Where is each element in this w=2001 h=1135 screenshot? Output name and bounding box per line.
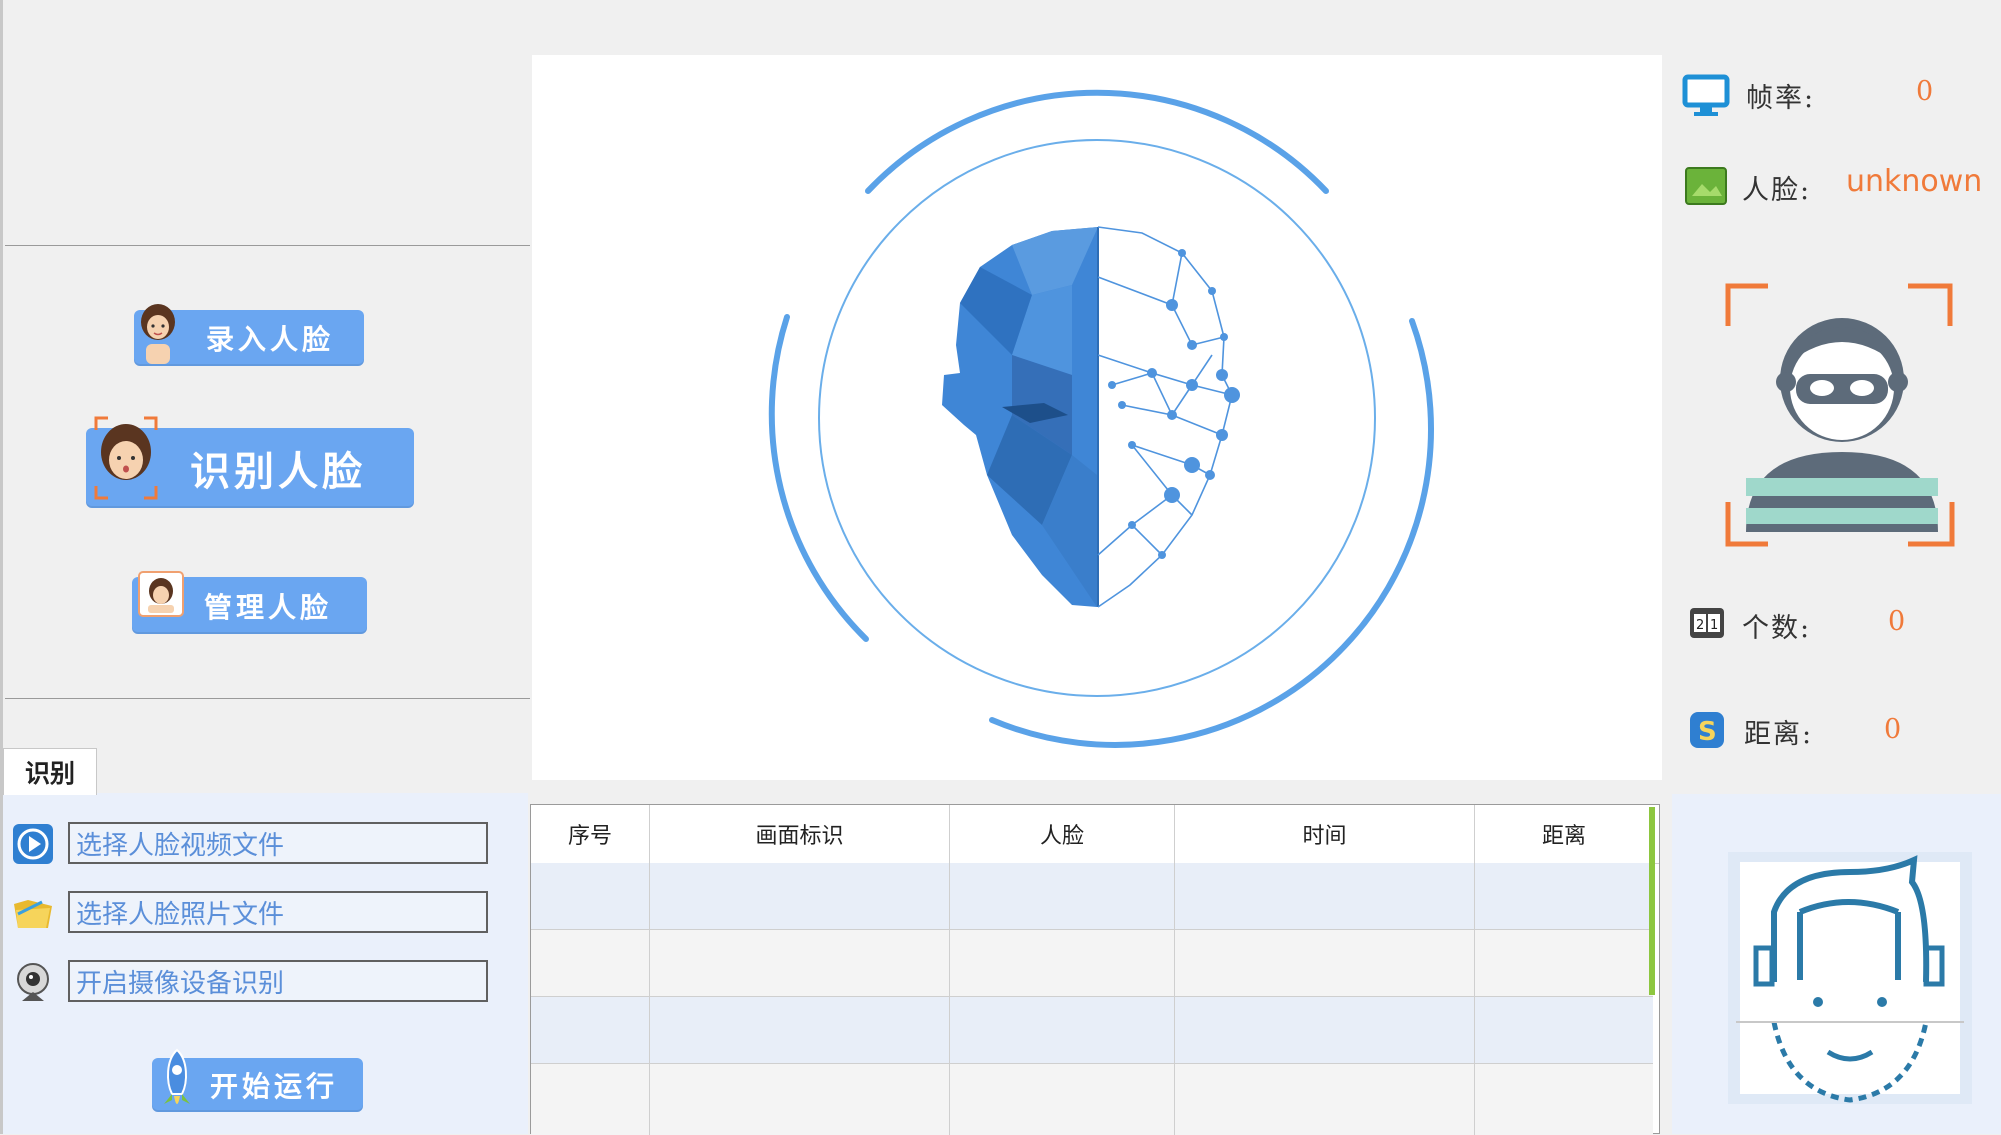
fps-value: 0 bbox=[1916, 76, 1934, 107]
recognize-face-label: 识别人脸 bbox=[190, 449, 366, 495]
distance-icon: S bbox=[1690, 712, 1724, 748]
col-frame-id[interactable]: 画面标识 bbox=[650, 805, 949, 863]
open-camera-field[interactable]: 开启摄像设备识别 bbox=[68, 960, 488, 1002]
col-face[interactable]: 人脸 bbox=[950, 805, 1174, 863]
video-display-area bbox=[532, 55, 1662, 780]
open-camera-label: 开启摄像设备识别 bbox=[76, 968, 285, 999]
start-run-button[interactable]: 开始运行 bbox=[152, 1048, 363, 1112]
select-video-file-field[interactable]: 选择人脸视频文件 bbox=[68, 822, 488, 864]
table-row[interactable] bbox=[531, 997, 1653, 1064]
tab-recognize-label: 识别 bbox=[24, 759, 75, 788]
face-image-icon bbox=[1685, 167, 1727, 205]
table-row[interactable] bbox=[531, 930, 1653, 997]
table-scrollbar[interactable] bbox=[1649, 807, 1655, 995]
captured-face-preview bbox=[1728, 852, 1972, 1104]
face-value: unknown bbox=[1846, 164, 1983, 199]
manage-face-label: 管理人脸 bbox=[204, 590, 333, 624]
enroll-face-label: 录入人脸 bbox=[206, 323, 335, 356]
table-row[interactable] bbox=[531, 863, 1653, 930]
recognize-face-button[interactable]: 识别人脸 bbox=[86, 416, 414, 508]
distance-value: 0 bbox=[1884, 714, 1902, 745]
col-index[interactable]: 序号 bbox=[531, 805, 649, 863]
column-divider bbox=[649, 805, 650, 1135]
svg-text:2: 2 bbox=[1696, 618, 1704, 633]
manage-face-button[interactable]: 管理人脸 bbox=[132, 571, 367, 634]
column-divider bbox=[949, 805, 950, 1135]
monitor-icon bbox=[1682, 74, 1730, 116]
column-divider bbox=[1174, 805, 1175, 1135]
col-time[interactable]: 时间 bbox=[1175, 805, 1474, 863]
face-recognition-illustration bbox=[768, 89, 1434, 748]
table-header: 序号 画面标识 人脸 时间 距离 bbox=[531, 805, 1659, 864]
select-video-file-label: 选择人脸视频文件 bbox=[76, 830, 285, 861]
results-table[interactable]: 序号 画面标识 人脸 时间 距离 bbox=[530, 804, 1660, 1135]
select-photo-file-label: 选择人脸照片文件 bbox=[76, 899, 285, 930]
face-right-half bbox=[1097, 226, 1233, 608]
face-left-half bbox=[942, 227, 1099, 607]
webcam-icon bbox=[17, 963, 49, 1001]
col-distance[interactable]: 距离 bbox=[1475, 805, 1653, 863]
counter-icon: 2 1 bbox=[1690, 608, 1724, 638]
enroll-face-button[interactable]: 录入人脸 bbox=[134, 304, 364, 366]
face-card-icon bbox=[138, 571, 184, 617]
table-row[interactable] bbox=[531, 1064, 1653, 1135]
rocket-icon bbox=[164, 1048, 190, 1104]
woman-avatar-icon bbox=[141, 304, 175, 364]
column-divider bbox=[1474, 805, 1475, 1135]
fps-label: 帧率: bbox=[1746, 83, 1816, 114]
video-play-icon bbox=[13, 824, 53, 864]
count-value: 0 bbox=[1888, 606, 1906, 637]
svg-text:1: 1 bbox=[1710, 618, 1718, 633]
select-photo-file-field[interactable]: 选择人脸照片文件 bbox=[68, 891, 488, 933]
svg-text:S: S bbox=[1698, 717, 1717, 747]
distance-label: 距离: bbox=[1744, 719, 1814, 750]
unknown-person-icon bbox=[1725, 283, 1955, 547]
divider-bottom bbox=[5, 698, 530, 699]
folder-icon bbox=[14, 900, 52, 928]
start-run-label: 开始运行 bbox=[210, 1070, 339, 1103]
tab-recognize[interactable]: 识别 bbox=[3, 748, 97, 795]
face-scan-avatar-icon bbox=[94, 416, 158, 500]
divider-top bbox=[5, 245, 530, 246]
count-label: 个数: bbox=[1742, 613, 1812, 644]
face-label: 人脸: bbox=[1742, 175, 1812, 206]
